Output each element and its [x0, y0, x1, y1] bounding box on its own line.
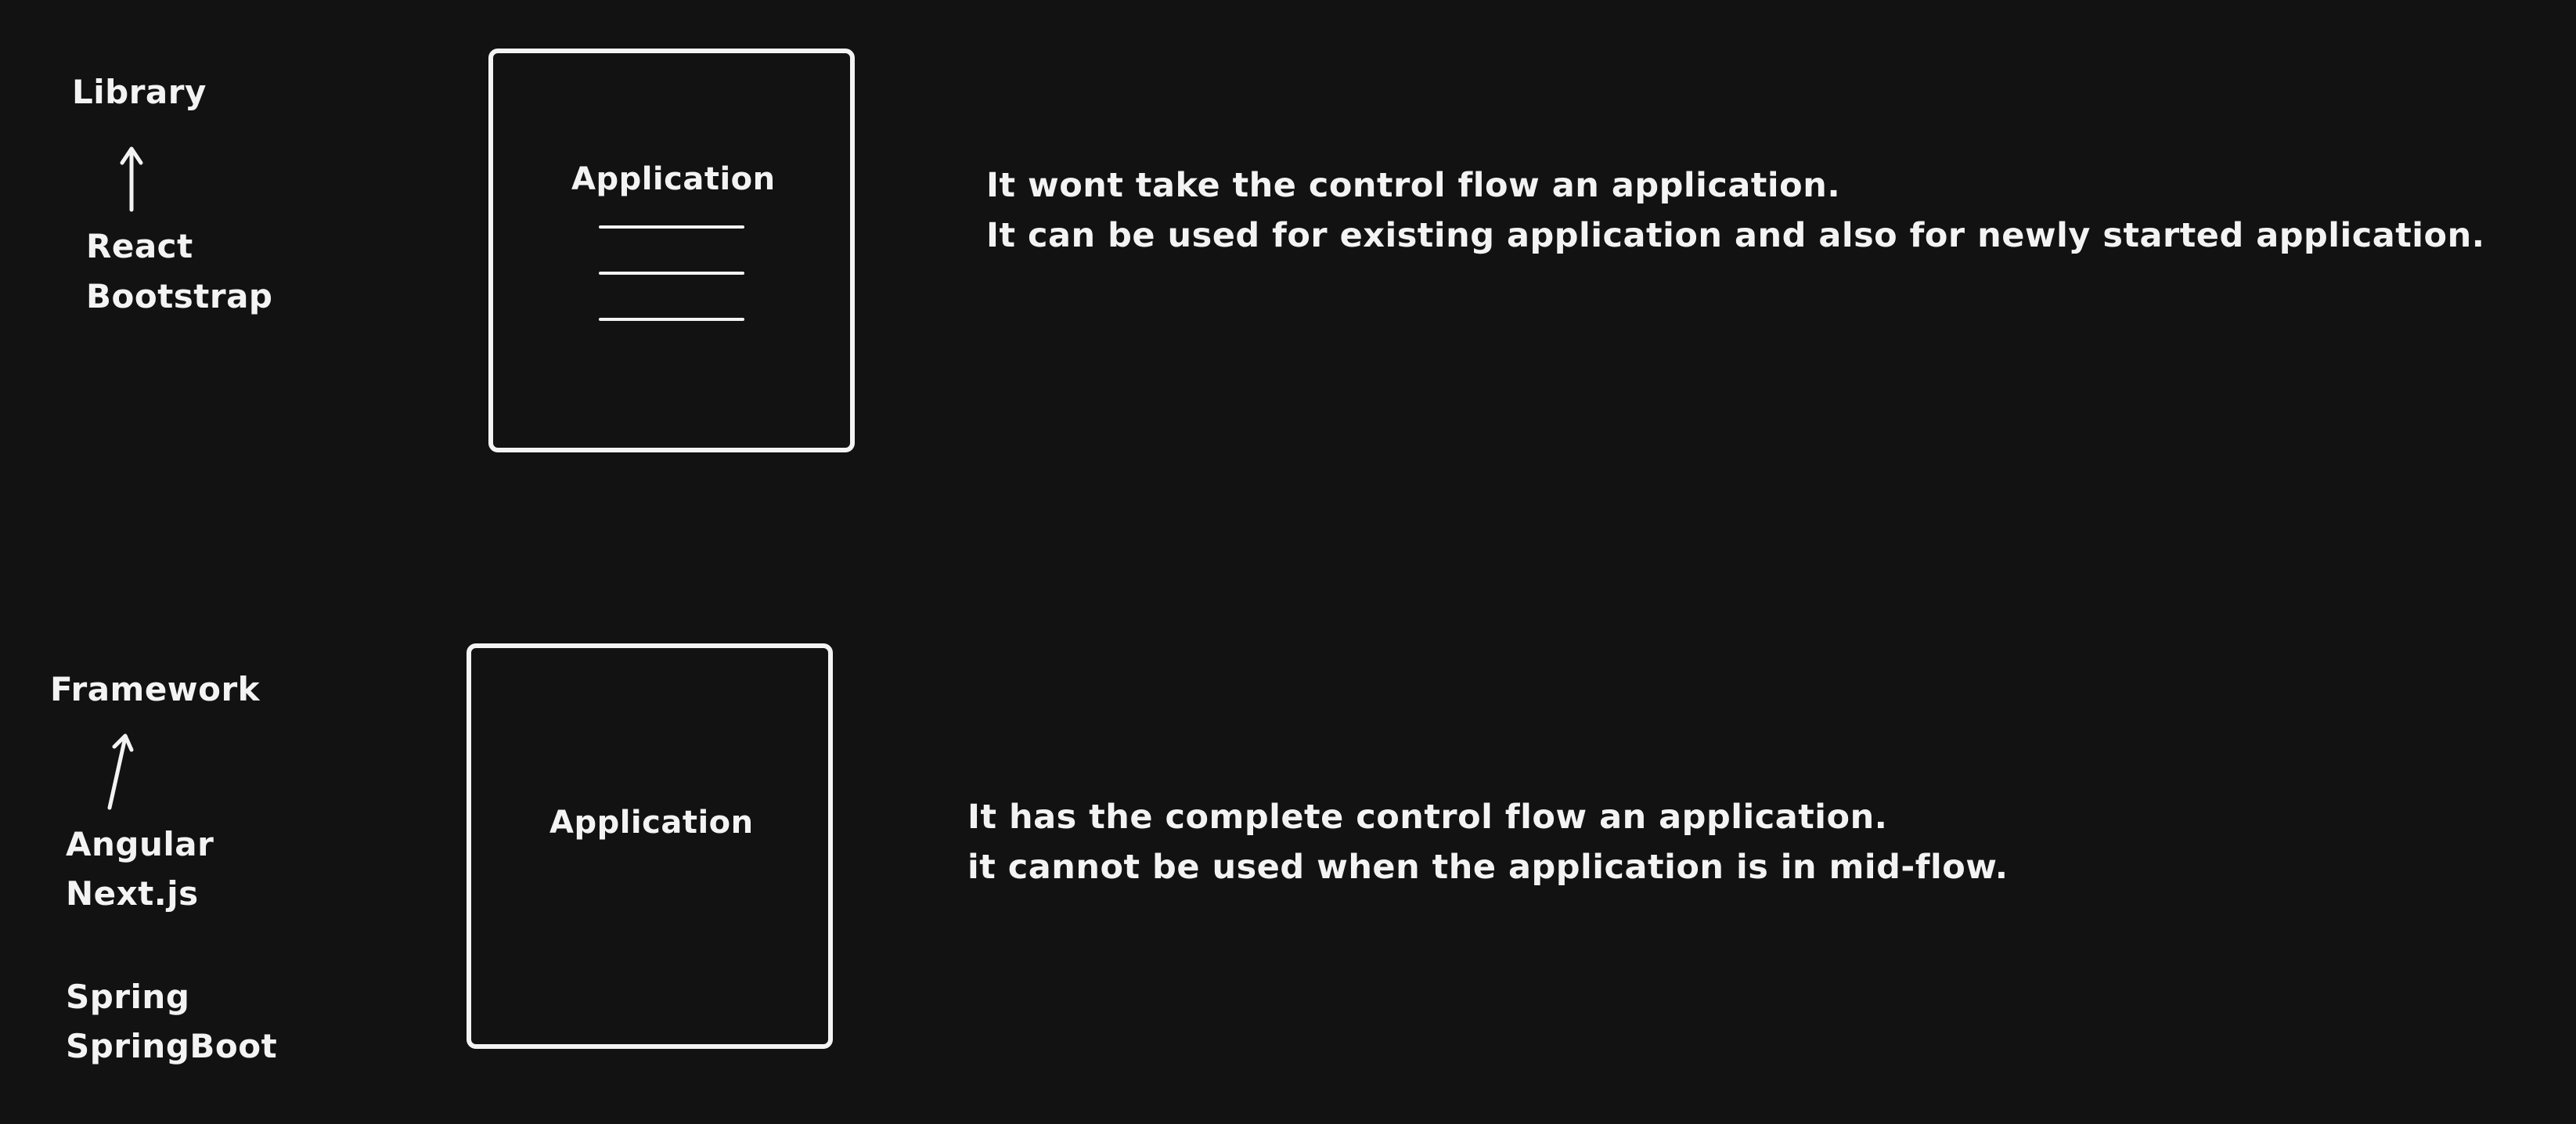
framework-example-spring: Spring — [66, 978, 190, 1016]
placeholder-line — [599, 318, 744, 321]
placeholder-line — [599, 272, 744, 275]
library-heading: Library — [72, 73, 207, 111]
whiteboard-canvas: Library React Bootstrap Application It w… — [0, 0, 2576, 1124]
framework-note-line-1: It has the complete control flow an appl… — [967, 798, 1888, 837]
library-example-bootstrap: Bootstrap — [86, 277, 273, 315]
framework-heading: Framework — [50, 670, 261, 708]
framework-example-springboot: SpringBoot — [66, 1027, 278, 1065]
placeholder-line — [599, 225, 744, 229]
framework-note-line-2: it cannot be used when the application i… — [967, 848, 2009, 887]
library-note-line-1: It wont take the control flow an applica… — [986, 166, 1841, 205]
library-note-line-2: It can be used for existing application … — [986, 216, 2485, 255]
framework-application-box — [467, 643, 833, 1049]
library-up-arrow — [120, 146, 143, 212]
framework-box-label: Application — [549, 805, 754, 841]
library-box-label: Application — [571, 161, 776, 197]
library-application-box — [488, 49, 855, 452]
framework-up-arrow — [107, 733, 134, 810]
library-example-react: React — [86, 227, 193, 265]
framework-example-nextjs: Next.js — [66, 874, 199, 913]
framework-example-angular: Angular — [66, 825, 214, 863]
